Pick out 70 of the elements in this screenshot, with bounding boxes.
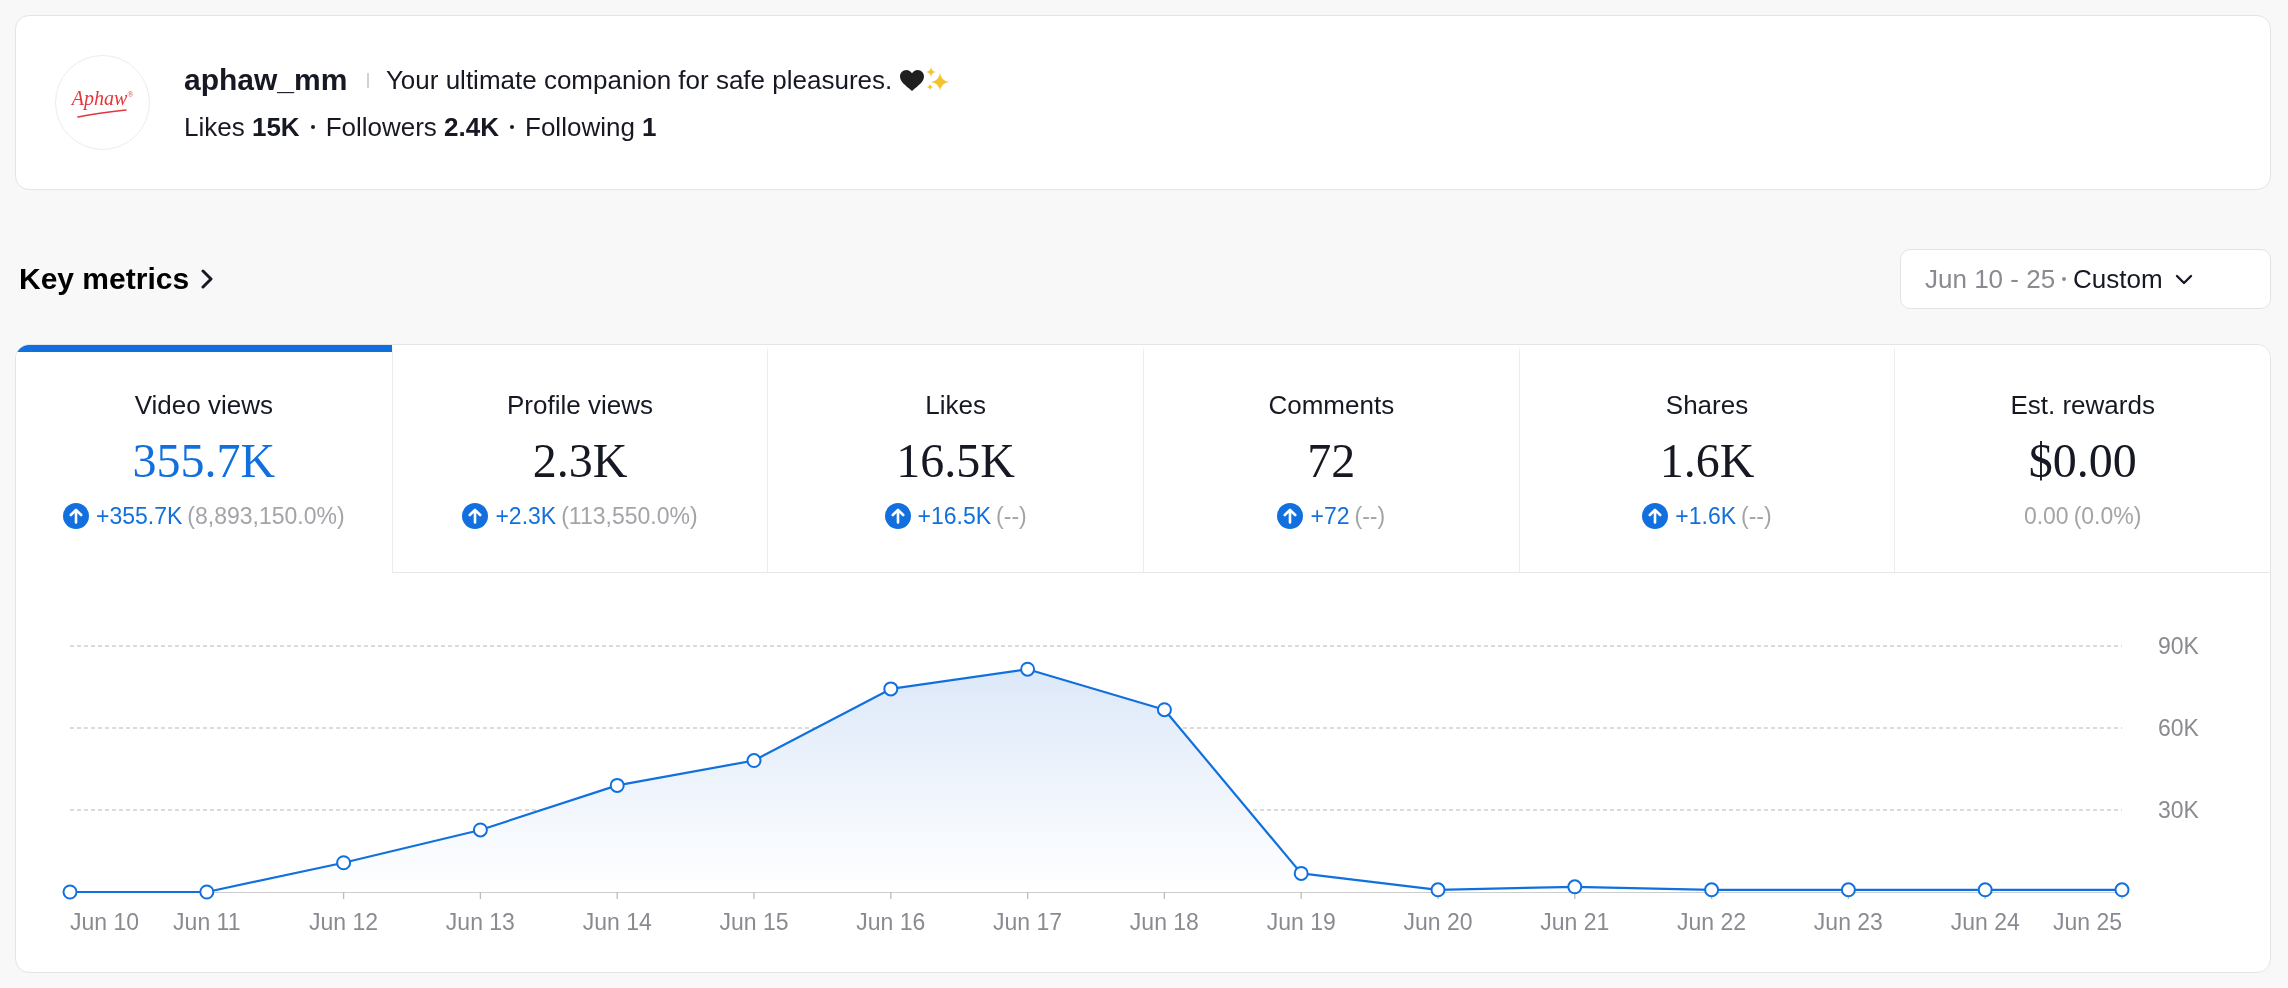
x-axis-label: Jun 14 bbox=[582, 909, 652, 935]
y-axis-label: 30K bbox=[2158, 797, 2199, 823]
data-point bbox=[1156, 702, 1172, 718]
metric-tab[interactable]: Est. rewards $0.00 0.00 (0.0%) bbox=[1894, 345, 2270, 573]
x-axis-label: Jun 22 bbox=[1677, 909, 1747, 935]
data-point bbox=[1567, 879, 1583, 895]
heart-icon bbox=[900, 69, 925, 91]
x-axis-label: Jun 21 bbox=[1540, 909, 1610, 935]
x-axis-label: Jun 23 bbox=[1813, 909, 1883, 935]
data-point bbox=[199, 884, 215, 900]
x-axis-label: Jun 10 bbox=[70, 909, 140, 935]
key-metrics-link[interactable]: Key metrics bbox=[19, 262, 214, 296]
metric-tab[interactable]: Profile views 2.3K +2.3K (113,550.0%) bbox=[391, 345, 768, 573]
x-axis-label: Jun 11 bbox=[173, 909, 241, 935]
metric-tab[interactable]: Shares 1.6K +1.6K (--) bbox=[1518, 345, 1895, 573]
metric-percent: (--) bbox=[1741, 502, 1772, 530]
x-axis-label: Jun 20 bbox=[1403, 909, 1473, 935]
metric-value: 2.3K bbox=[532, 436, 628, 486]
metric-change: +16.5K bbox=[917, 502, 992, 530]
metric-tab[interactable]: Comments 72 +72 (--) bbox=[1143, 345, 1519, 573]
metric-tab[interactable]: Likes 16.5K +16.5K (--) bbox=[767, 345, 1143, 573]
data-point bbox=[883, 681, 899, 697]
metric-value: 355.7K bbox=[132, 436, 276, 486]
chevron-right-icon bbox=[201, 269, 214, 289]
chevron-down-icon bbox=[2174, 273, 2193, 285]
data-point bbox=[62, 884, 78, 900]
data-point bbox=[1840, 882, 1856, 898]
metric-change: 0.00 bbox=[2023, 502, 2069, 530]
data-point bbox=[336, 855, 352, 871]
y-axis-label: 60K bbox=[2158, 715, 2199, 741]
x-axis-label: Jun 25 bbox=[2052, 909, 2122, 935]
bio-text: Your ultimate companion for safe pleasures. bbox=[385, 64, 893, 96]
stat-text: Followers 2.4K bbox=[325, 111, 500, 143]
metric-percent: (0.0%) bbox=[2073, 502, 2142, 530]
metric-percent: (8,893,150.0%) bbox=[187, 502, 345, 530]
y-axis-label: 90K bbox=[2158, 633, 2199, 659]
x-axis-label: Jun 12 bbox=[309, 909, 379, 935]
metric-value: 16.5K bbox=[896, 436, 1015, 486]
metric-change: +1.6K bbox=[1675, 502, 1737, 530]
date-range-dropdown[interactable]: Jun 10 - 25 Custom bbox=[1900, 249, 2271, 309]
swoosh-icon bbox=[77, 108, 128, 118]
metric-percent: (--) bbox=[996, 502, 1027, 530]
x-axis-label: Jun 19 bbox=[1266, 909, 1336, 935]
metric-value: 72 bbox=[1307, 436, 1356, 486]
metric-change: +72 bbox=[1310, 502, 1350, 530]
data-point bbox=[1977, 882, 1993, 898]
data-point bbox=[1293, 865, 1309, 881]
x-axis-label: Jun 15 bbox=[719, 909, 789, 935]
stat-text: Following 1 bbox=[525, 111, 657, 143]
x-axis-label: Jun 18 bbox=[1129, 909, 1199, 935]
metric-percent: (--) bbox=[1354, 502, 1386, 530]
x-axis-label: Jun 24 bbox=[1950, 909, 2020, 935]
data-point bbox=[2114, 882, 2130, 898]
x-axis-label: Jun 13 bbox=[445, 909, 515, 935]
username: aphaw_mm bbox=[184, 63, 348, 97]
x-axis-label: Jun 17 bbox=[993, 909, 1063, 935]
data-point bbox=[1430, 882, 1446, 898]
metric-change: +355.7K bbox=[96, 502, 183, 530]
logo-text: Aphaw$^{®}$ bbox=[71, 87, 134, 108]
data-point bbox=[1020, 661, 1036, 677]
metric-value: 1.6K bbox=[1659, 436, 1755, 486]
stat-text: Likes 15K bbox=[184, 111, 300, 143]
data-point bbox=[746, 753, 762, 769]
metric-percent: (113,550.0%) bbox=[561, 502, 698, 530]
metric-value: $0.00 bbox=[2028, 436, 2137, 486]
data-point bbox=[472, 822, 488, 838]
x-axis-label: Jun 16 bbox=[856, 909, 926, 935]
metric-change: +2.3K bbox=[495, 502, 557, 530]
data-point bbox=[1704, 882, 1720, 898]
data-point bbox=[609, 777, 625, 793]
